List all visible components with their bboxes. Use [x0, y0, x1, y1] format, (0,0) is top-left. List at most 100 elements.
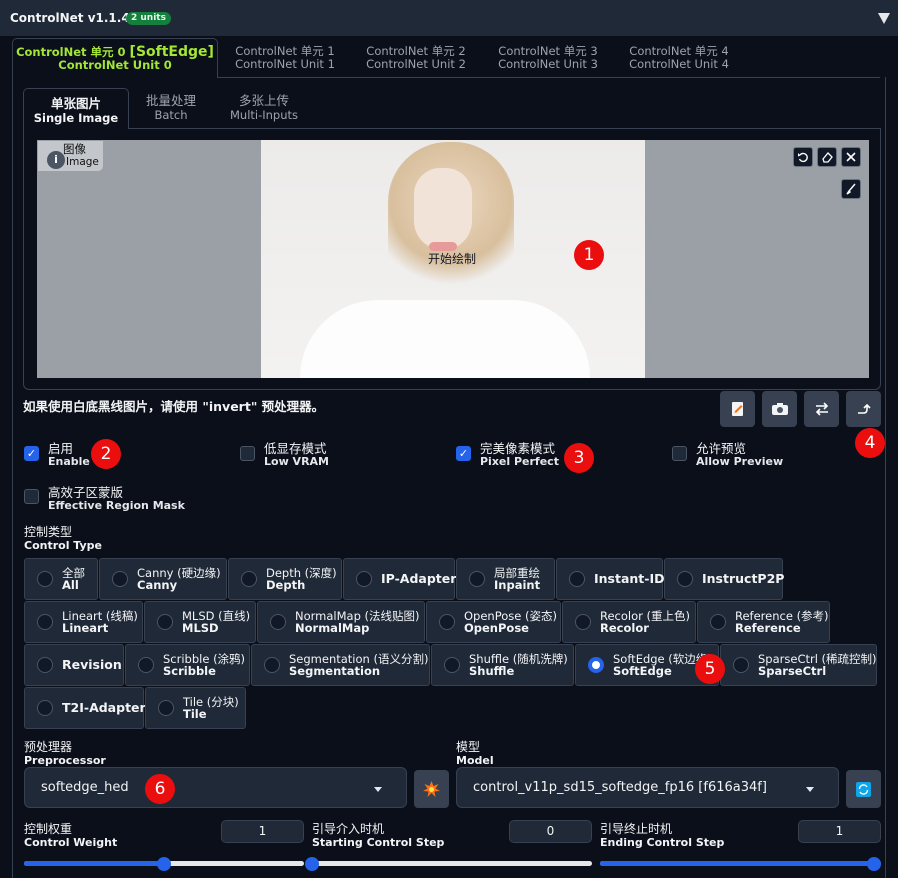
annotation-badge-4: 4 [855, 428, 885, 458]
control-type-openpose[interactable]: OpenPose (姿态) OpenPose [426, 601, 561, 643]
explosion-icon [423, 781, 440, 797]
control-type-depth[interactable]: Depth (深度) Depth [228, 558, 342, 600]
pixel-perfect-checkbox[interactable]: ✓ [456, 446, 471, 461]
radio-dot [37, 700, 53, 716]
control-type-recolor[interactable]: Recolor (重上色) Recolor [562, 601, 696, 643]
brush-icon[interactable] [841, 179, 861, 199]
radio-dot [356, 571, 372, 587]
tab-unit-1[interactable]: ControlNet 单元 1 ControlNet Unit 1 [226, 45, 344, 78]
send-icon[interactable] [846, 391, 881, 427]
image-label-en: Image [66, 156, 99, 168]
tab-unit-0[interactable]: ControlNet 单元 0 [SoftEdge] ControlNet Un… [12, 38, 218, 78]
starting-step-track[interactable] [312, 861, 592, 866]
control-weight-label: 控制权重 Control Weight [24, 822, 118, 850]
units-badge: 2 units [126, 12, 171, 25]
annotation-badge-1: 1 [574, 240, 604, 270]
radio-dot [733, 657, 749, 673]
control-type-instructp2p[interactable]: InstructP2P [664, 558, 784, 600]
radio-dot [469, 571, 485, 587]
control-type-tile[interactable]: Tile (分块) Tile [145, 687, 246, 729]
ending-step-handle[interactable] [867, 857, 881, 871]
camera-icon[interactable] [762, 391, 797, 427]
control-weight-input[interactable]: 1 [221, 820, 304, 843]
model-value: control_v11p_sd15_softedge_fp16 [f616a34… [473, 780, 767, 795]
control-type-lineart[interactable]: Lineart (线稿) Lineart [24, 601, 143, 643]
control-type-t2i-adapter[interactable]: T2I-Adapter [24, 687, 146, 729]
control-type-shuffle[interactable]: Shuffle (随机洗牌) Shuffle [431, 644, 574, 686]
close-icon[interactable] [841, 147, 861, 167]
edit-icon[interactable] [720, 391, 755, 427]
preprocessor-select[interactable]: softedge_hed [24, 767, 407, 808]
annotation-badge-5: 5 [695, 654, 725, 684]
tab-unit-2-sub: ControlNet Unit 2 [366, 57, 466, 71]
preprocessor-value: softedge_hed [41, 780, 129, 795]
tab-unit-2[interactable]: ControlNet 单元 2 ControlNet Unit 2 [357, 45, 475, 78]
radio-dot [37, 614, 53, 630]
collapse-triangle-icon[interactable] [878, 13, 890, 24]
control-type-segmentation[interactable]: Segmentation (语义分割) Segmentation [251, 644, 430, 686]
tab-single-image[interactable]: 单张图片 Single Image [23, 88, 129, 129]
tab-unit-4[interactable]: ControlNet 单元 4 ControlNet Unit 4 [620, 45, 738, 78]
annotation-badge-6: 6 [145, 774, 175, 804]
low-vram-checkbox[interactable] [240, 446, 255, 461]
effective-region-mask-label: 高效子区蒙版 Effective Region Mask [48, 485, 185, 512]
refresh-icon [856, 782, 871, 797]
refresh-models-button[interactable] [846, 770, 881, 808]
ending-step-label: 引导终止时机 Ending Control Step [600, 822, 725, 850]
control-type-revision[interactable]: Revision [24, 644, 124, 686]
radio-dot [138, 657, 154, 673]
starting-step-input[interactable]: 0 [509, 820, 592, 843]
starting-step-label: 引导介入时机 Starting Control Step [312, 822, 445, 850]
tab-unit-1-sub: ControlNet Unit 1 [235, 57, 335, 71]
control-type-normalmap[interactable]: NormalMap (法线贴图) NormalMap [257, 601, 425, 643]
starting-step-handle[interactable] [305, 857, 319, 871]
radio-dot [710, 614, 726, 630]
tab-batch[interactable]: 批量处理 Batch [131, 94, 211, 128]
chevron-down-icon [806, 787, 814, 792]
tab-multi-inputs-sub: Multi-Inputs [229, 108, 299, 122]
preprocessor-heading: 预处理器 Preprocessor [24, 740, 106, 768]
control-type-heading: 控制类型 Control Type [24, 525, 103, 553]
enable-label: 启用 Enable [48, 441, 90, 468]
effective-region-mask-checkbox[interactable] [24, 489, 39, 504]
swap-icon[interactable] [804, 391, 839, 427]
control-type-reference[interactable]: Reference (参考) Reference [697, 601, 830, 643]
radio-dot [158, 700, 174, 716]
control-type-all[interactable]: 全部 All [24, 558, 98, 600]
control-type-mlsd[interactable]: MLSD (直线) MLSD [144, 601, 256, 643]
ending-step-input[interactable]: 1 [798, 820, 881, 843]
radio-dot [575, 614, 591, 630]
radio-dot [569, 571, 585, 587]
control-type-scribble[interactable]: Scribble (涂鸦) Scribble [125, 644, 250, 686]
enable-checkbox[interactable]: ✓ [24, 446, 39, 461]
tab-multi-inputs[interactable]: 多张上传 Multi-Inputs [222, 94, 306, 128]
eraser-icon[interactable] [817, 147, 837, 167]
control-type-canny[interactable]: Canny (硬边缘) Canny [99, 558, 227, 600]
run-preprocessor-button[interactable] [414, 770, 449, 808]
annotation-badge-2: 2 [91, 439, 121, 469]
control-type-instant-id[interactable]: Instant-ID [556, 558, 665, 600]
radio-dot [157, 614, 173, 630]
invert-hint: 如果使用白底黑线图片，请使用 "invert" 预处理器。 [23, 399, 325, 414]
control-weight-fill [24, 861, 164, 866]
tab-single-image-sub: Single Image [33, 111, 119, 125]
ending-step-fill [600, 861, 881, 866]
undo-icon[interactable] [793, 147, 813, 167]
model-select[interactable]: control_v11p_sd15_softedge_fp16 [f616a34… [456, 767, 839, 808]
low-vram-label: 低显存模式 Low VRAM [264, 441, 330, 468]
tab-unit-3-sub: ControlNet Unit 3 [498, 57, 598, 71]
tab-unit-0-sub: ControlNet Unit 0 [58, 58, 172, 72]
control-type-sparsectrl[interactable]: SparseCtrl (稀疏控制) SparseCtrl [720, 644, 877, 686]
allow-preview-checkbox[interactable] [672, 446, 687, 461]
radio-dot [264, 657, 280, 673]
tab-multi-inputs-label: 多张上传 [238, 93, 289, 108]
radio-dot [677, 571, 693, 587]
control-type-inpaint[interactable]: 局部重绘 Inpaint [456, 558, 555, 600]
tab-batch-label: 批量处理 [145, 93, 196, 108]
control-type-ip-adapter[interactable]: IP-Adapter [343, 558, 456, 600]
model-heading: 模型 Model [456, 740, 494, 768]
radio-dot [37, 657, 53, 673]
control-weight-handle[interactable] [157, 857, 171, 871]
tab-unit-3[interactable]: ControlNet 单元 3 ControlNet Unit 3 [489, 45, 607, 78]
photo-face [414, 168, 472, 250]
